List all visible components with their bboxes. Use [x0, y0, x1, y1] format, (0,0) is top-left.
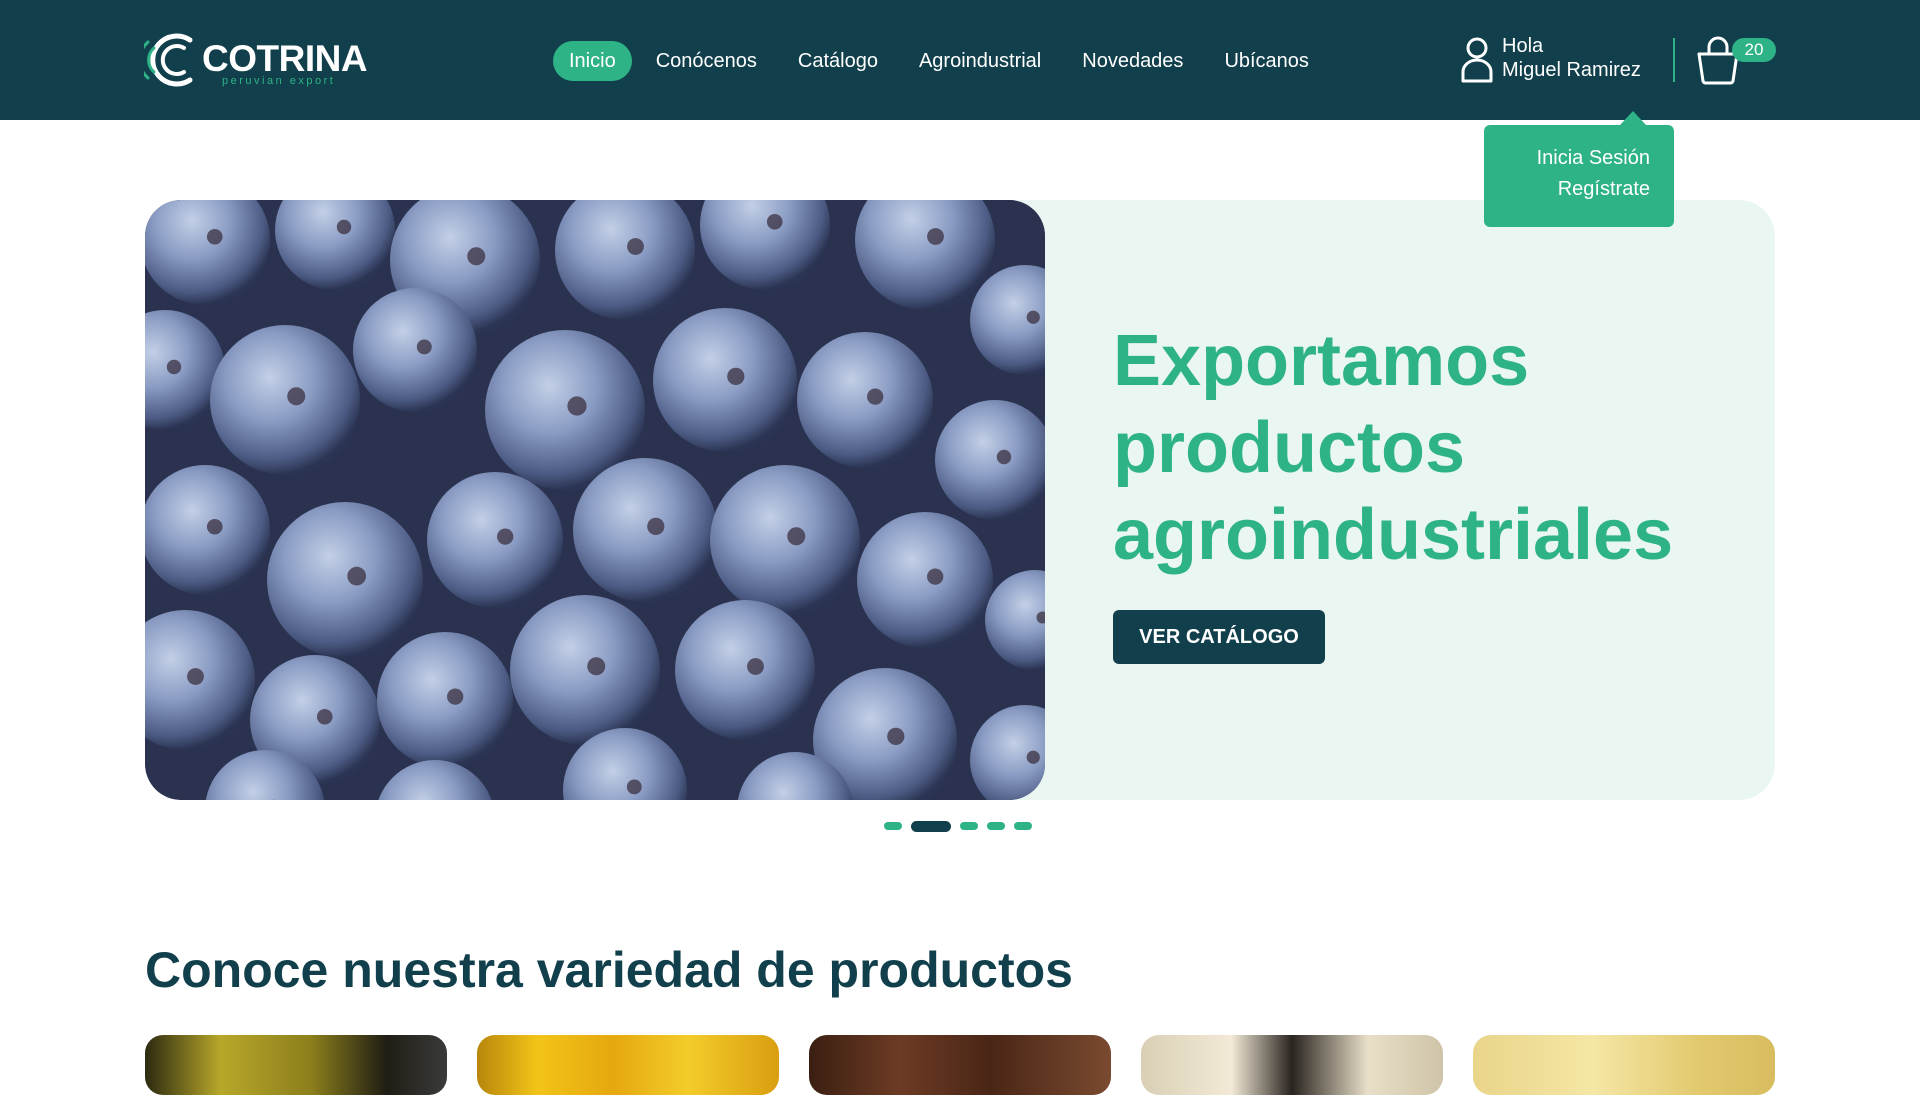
blueberries-image: [145, 200, 1045, 800]
product-cards-row: [145, 1035, 1775, 1080]
nav-item-catalogo[interactable]: Catálogo: [798, 41, 878, 81]
carousel-dot[interactable]: [987, 822, 1005, 830]
view-catalog-button[interactable]: VER CATÁLOGO: [1113, 610, 1325, 664]
nav-item-agroindustrial[interactable]: Agroindustrial: [919, 41, 1041, 81]
nav-item-conocenos[interactable]: Conócenos: [656, 41, 757, 81]
user-account-button[interactable]: Hola Miguel Ramirez: [1460, 34, 1660, 88]
product-card-bananas[interactable]: [477, 1035, 779, 1095]
carousel-dot[interactable]: [1014, 822, 1032, 830]
product-card-beans[interactable]: [1141, 1035, 1443, 1095]
carousel-dot-active[interactable]: [911, 821, 951, 832]
cart-count-badge: 20: [1732, 38, 1776, 62]
product-card-olives[interactable]: [145, 1035, 447, 1095]
blueberries-photo: [145, 200, 1045, 800]
nav-item-ubicanos[interactable]: Ubícanos: [1224, 41, 1309, 81]
header-divider: [1673, 38, 1675, 82]
nav-item-novedades[interactable]: Novedades: [1082, 41, 1183, 81]
top-navbar: COTRINA peruvian export Inicio Conócenos…: [0, 0, 1920, 120]
hero-title: Exportamos productos agroindustriales: [1113, 318, 1753, 579]
product-card-corn[interactable]: [1473, 1035, 1775, 1095]
brand-name: COTRINA: [202, 40, 367, 77]
cart-button[interactable]: 20: [1696, 34, 1776, 86]
carousel-dot[interactable]: [960, 822, 978, 830]
user-name: Miguel Ramirez: [1502, 58, 1641, 82]
user-greeting: Hola: [1502, 34, 1543, 58]
hero-title-line: productos: [1113, 405, 1753, 492]
products-section-title: Conoce nuestra variedad de productos: [145, 940, 1073, 1000]
login-link[interactable]: Inicia Sesión: [1484, 143, 1650, 174]
register-link[interactable]: Regístrate: [1484, 174, 1650, 205]
product-card-cacao[interactable]: [809, 1035, 1111, 1095]
carousel-indicators: [884, 821, 1041, 831]
cotrina-logo[interactable]: COTRINA peruvian export: [144, 26, 384, 94]
nav-item-inicio[interactable]: Inicio: [553, 41, 632, 81]
logo-mark-icon: [144, 26, 204, 94]
hero-title-line: agroindustriales: [1113, 492, 1753, 579]
carousel-dot[interactable]: [884, 822, 902, 830]
user-icon: [1460, 36, 1494, 84]
main-nav: Inicio Conócenos Catálogo Agroindustrial…: [553, 41, 1350, 81]
account-dropdown: Inicia Sesión Regístrate: [1484, 125, 1674, 227]
hero-title-line: Exportamos: [1113, 318, 1753, 405]
hero-banner: Exportamos productos agroindustriales VE…: [145, 200, 1775, 800]
brand-tagline: peruvian export: [222, 76, 335, 87]
